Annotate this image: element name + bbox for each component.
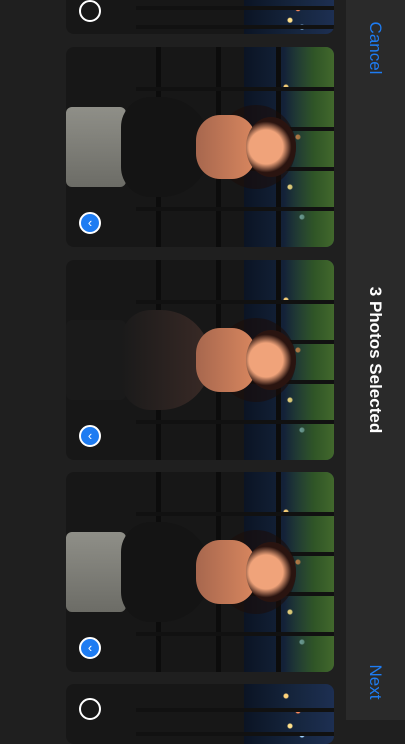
photo-thumbnail[interactable]: ‹ [66,260,334,460]
photo-thumbnail[interactable]: ‹ [66,472,334,672]
photo-thumbnail[interactable] [66,684,334,744]
photo-image [66,472,334,672]
photo-image [66,0,334,34]
check-circle-icon[interactable]: ‹ [79,637,101,659]
photo-thumbnail[interactable] [66,0,334,34]
cancel-button[interactable]: Cancel [365,22,385,75]
empty-circle-icon[interactable] [79,698,101,720]
next-button[interactable]: Next [365,665,385,700]
check-circle-icon[interactable]: ‹ [79,212,101,234]
empty-circle-icon[interactable] [79,0,101,22]
photo-thumbnail[interactable]: ‹ [66,47,334,247]
check-circle-icon[interactable]: ‹ [79,425,101,447]
photo-image [66,260,334,460]
photo-image [66,47,334,247]
page-title: 3 Photos Selected [366,286,385,434]
photo-image [66,684,334,744]
